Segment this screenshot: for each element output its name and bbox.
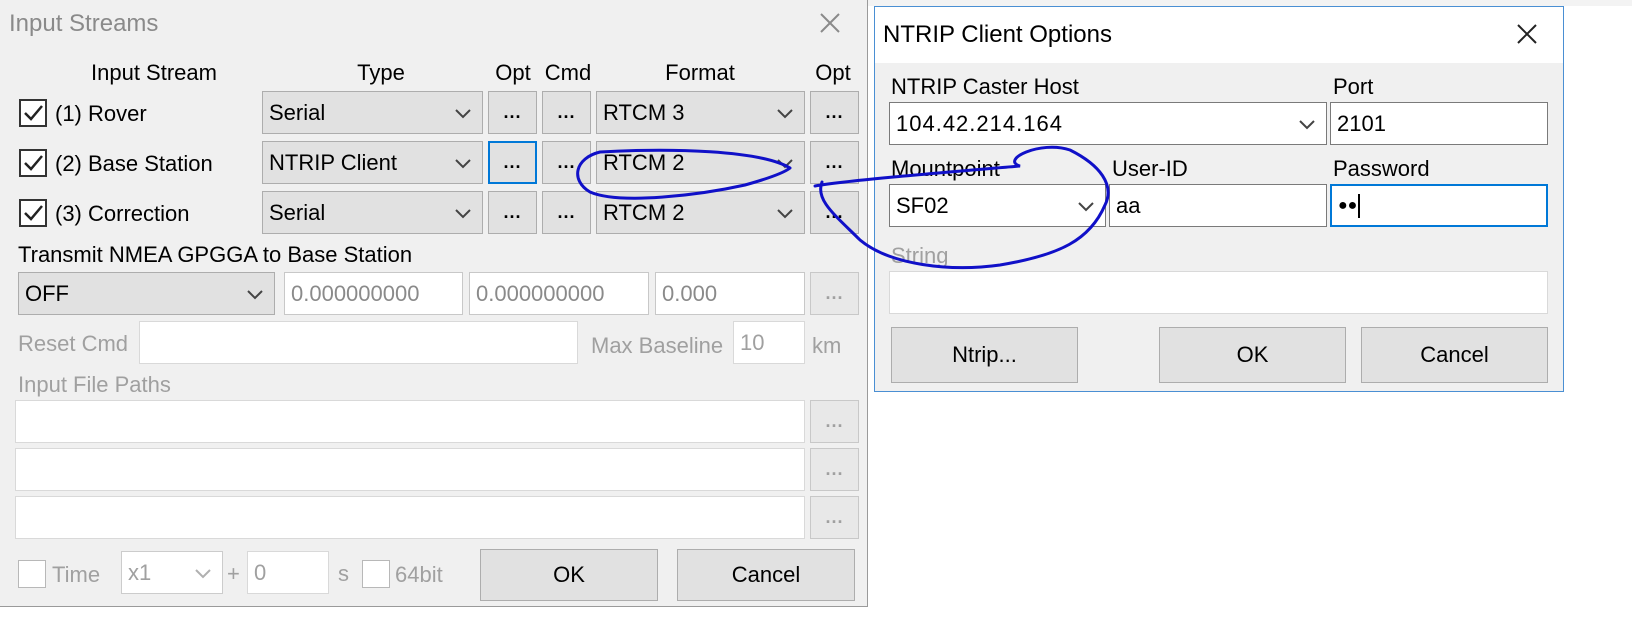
hand-drawn-annotation (576, 145, 1110, 270)
